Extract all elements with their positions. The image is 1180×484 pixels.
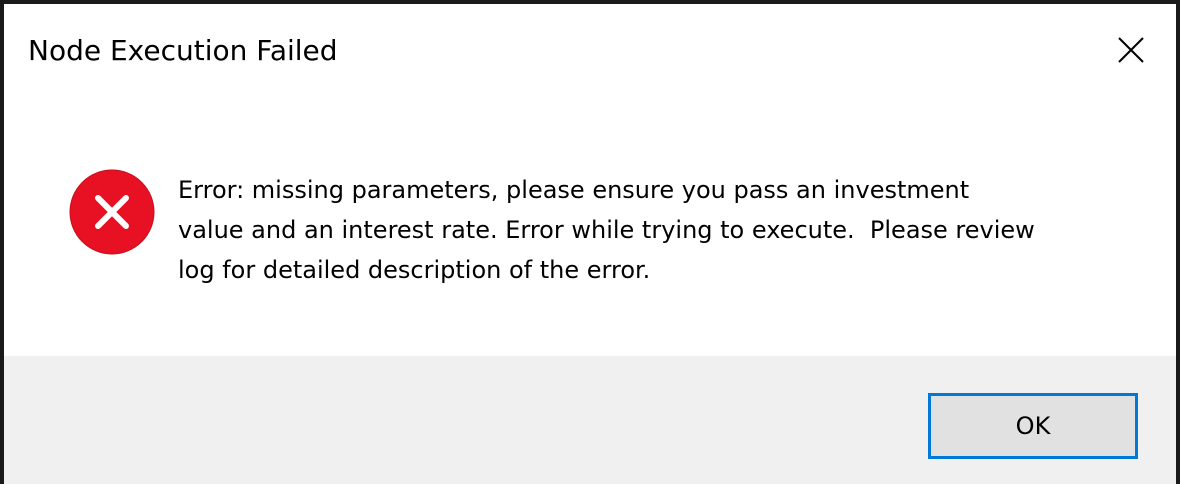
close-button[interactable] [1086,4,1176,96]
error-dialog: Node Execution Failed Error: missing par… [0,0,1180,484]
error-icon [69,169,155,255]
button-bar: OK [4,356,1176,484]
ok-button[interactable]: OK [928,393,1138,459]
close-icon [1118,37,1144,63]
dialog-content: Error: missing parameters, please ensure… [4,104,1176,356]
error-message: Error: missing parameters, please ensure… [178,176,1035,284]
title-bar: Node Execution Failed [4,4,1176,104]
dialog-title: Node Execution Failed [28,34,338,67]
